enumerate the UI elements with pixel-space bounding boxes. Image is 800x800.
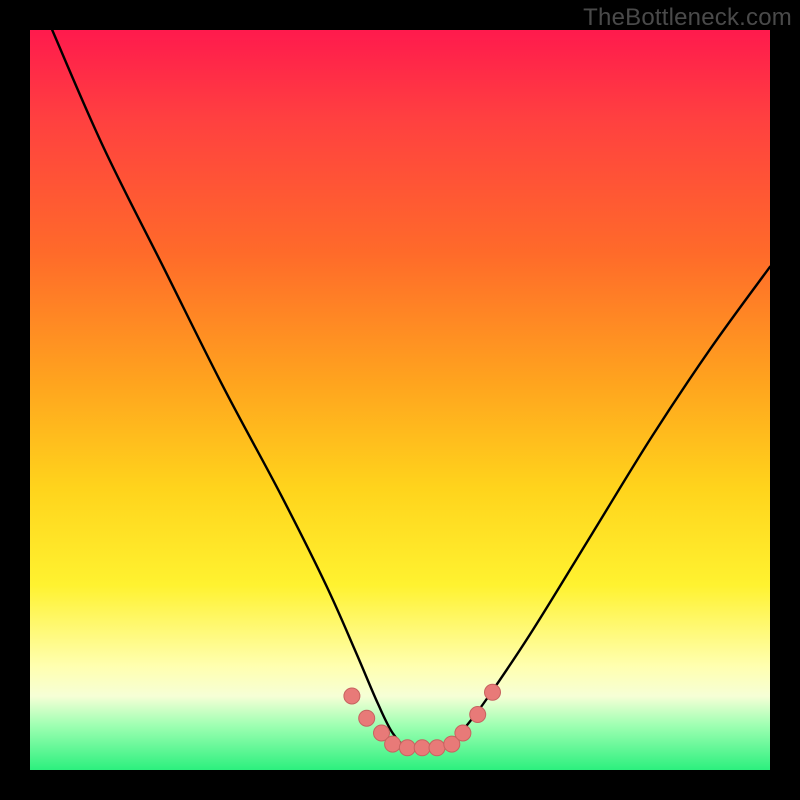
highlight-dot <box>485 684 501 700</box>
highlight-dot <box>429 740 445 756</box>
highlight-dot <box>344 688 360 704</box>
highlight-dot <box>385 736 401 752</box>
highlight-dot <box>455 725 471 741</box>
bottleneck-curve-svg <box>30 30 770 770</box>
watermark-text: TheBottleneck.com <box>583 4 792 32</box>
chart-frame: TheBottleneck.com <box>0 0 800 800</box>
highlight-dots-group <box>344 684 501 756</box>
highlight-dot <box>414 740 430 756</box>
highlight-dot <box>470 707 486 723</box>
highlight-dot <box>359 710 375 726</box>
highlight-dot <box>399 740 415 756</box>
bottleneck-curve-path <box>52 30 770 749</box>
plot-area <box>30 30 770 770</box>
